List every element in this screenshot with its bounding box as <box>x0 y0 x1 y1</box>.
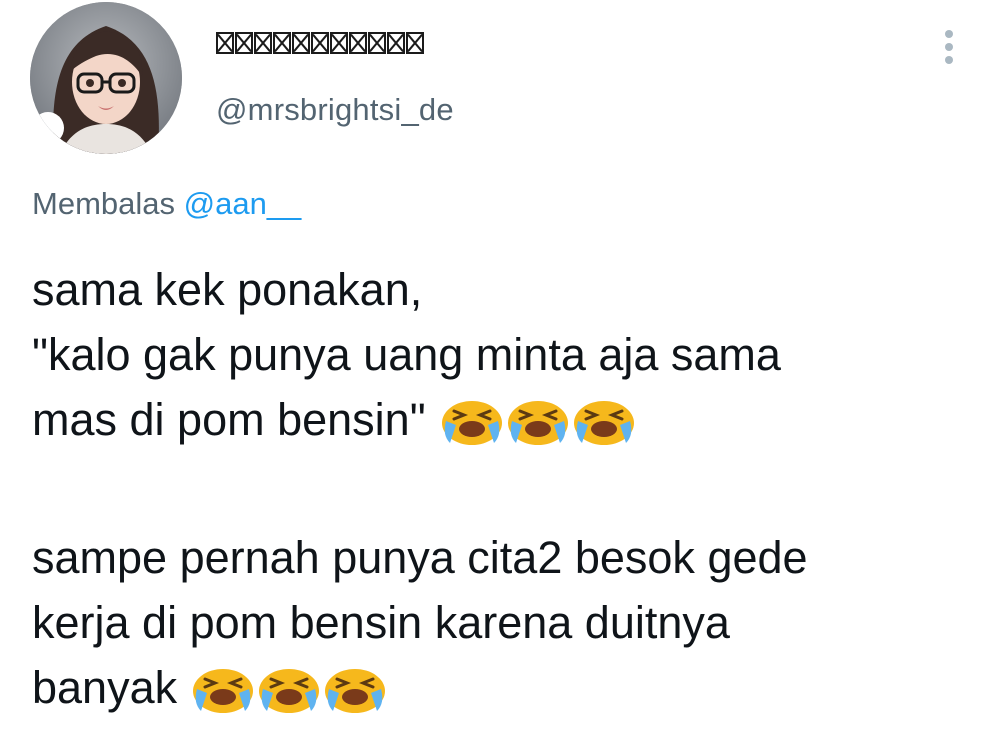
tweet-line: sampe pernah punya cita2 besok gede <box>32 532 808 584</box>
missing-glyph-icon <box>406 32 424 54</box>
avatar-icon <box>30 2 182 154</box>
loudly-crying-face-icon <box>259 668 320 713</box>
loudly-crying-face-icon <box>193 668 254 713</box>
display-name[interactable]: ▯▯▯▯▯▯▯▯▯▯▯ <box>216 30 424 56</box>
missing-glyph-icon <box>368 32 386 54</box>
avatar[interactable] <box>30 2 182 154</box>
missing-glyph-icon <box>311 32 329 54</box>
missing-glyph-icon <box>387 32 405 54</box>
tweet-line-with-emoji: mas di pom bensin" <box>32 388 982 453</box>
more-vertical-icon <box>945 43 953 51</box>
missing-glyph-icon <box>292 32 310 54</box>
more-vertical-icon <box>945 56 953 64</box>
user-handle[interactable]: @mrsbrightsi_de <box>216 92 454 128</box>
reply-context: Membalas @aan__ <box>32 186 301 222</box>
missing-glyph-icon <box>216 32 234 54</box>
tweet-line: mas di pom bensin" <box>32 393 426 445</box>
missing-glyph-icon <box>254 32 272 54</box>
reply-mention-link[interactable]: @aan__ <box>184 186 302 221</box>
loudly-crying-face-icon <box>441 400 502 445</box>
more-options-button[interactable] <box>935 24 963 70</box>
loudly-crying-face-icon <box>573 400 634 445</box>
loudly-crying-face-icon <box>325 668 386 713</box>
tweet-line: "kalo gak punya uang minta aja sama <box>32 328 781 380</box>
missing-glyph-icon <box>349 32 367 54</box>
missing-glyph-icon <box>273 32 291 54</box>
tweet-line: kerja di pom bensin karena duitnya <box>32 597 730 649</box>
missing-glyph-icon <box>330 32 348 54</box>
more-vertical-icon <box>945 30 953 38</box>
missing-glyph-icon <box>235 32 253 54</box>
tweet-line: banyak <box>32 661 178 713</box>
loudly-crying-face-icon <box>507 400 568 445</box>
reply-prefix: Membalas <box>32 186 175 221</box>
tweet-text: sama kek ponakan, "kalo gak punya uang m… <box>32 258 982 721</box>
tweet-line: sama kek ponakan, <box>32 264 423 315</box>
tweet-line-with-emoji: banyak <box>32 656 982 721</box>
